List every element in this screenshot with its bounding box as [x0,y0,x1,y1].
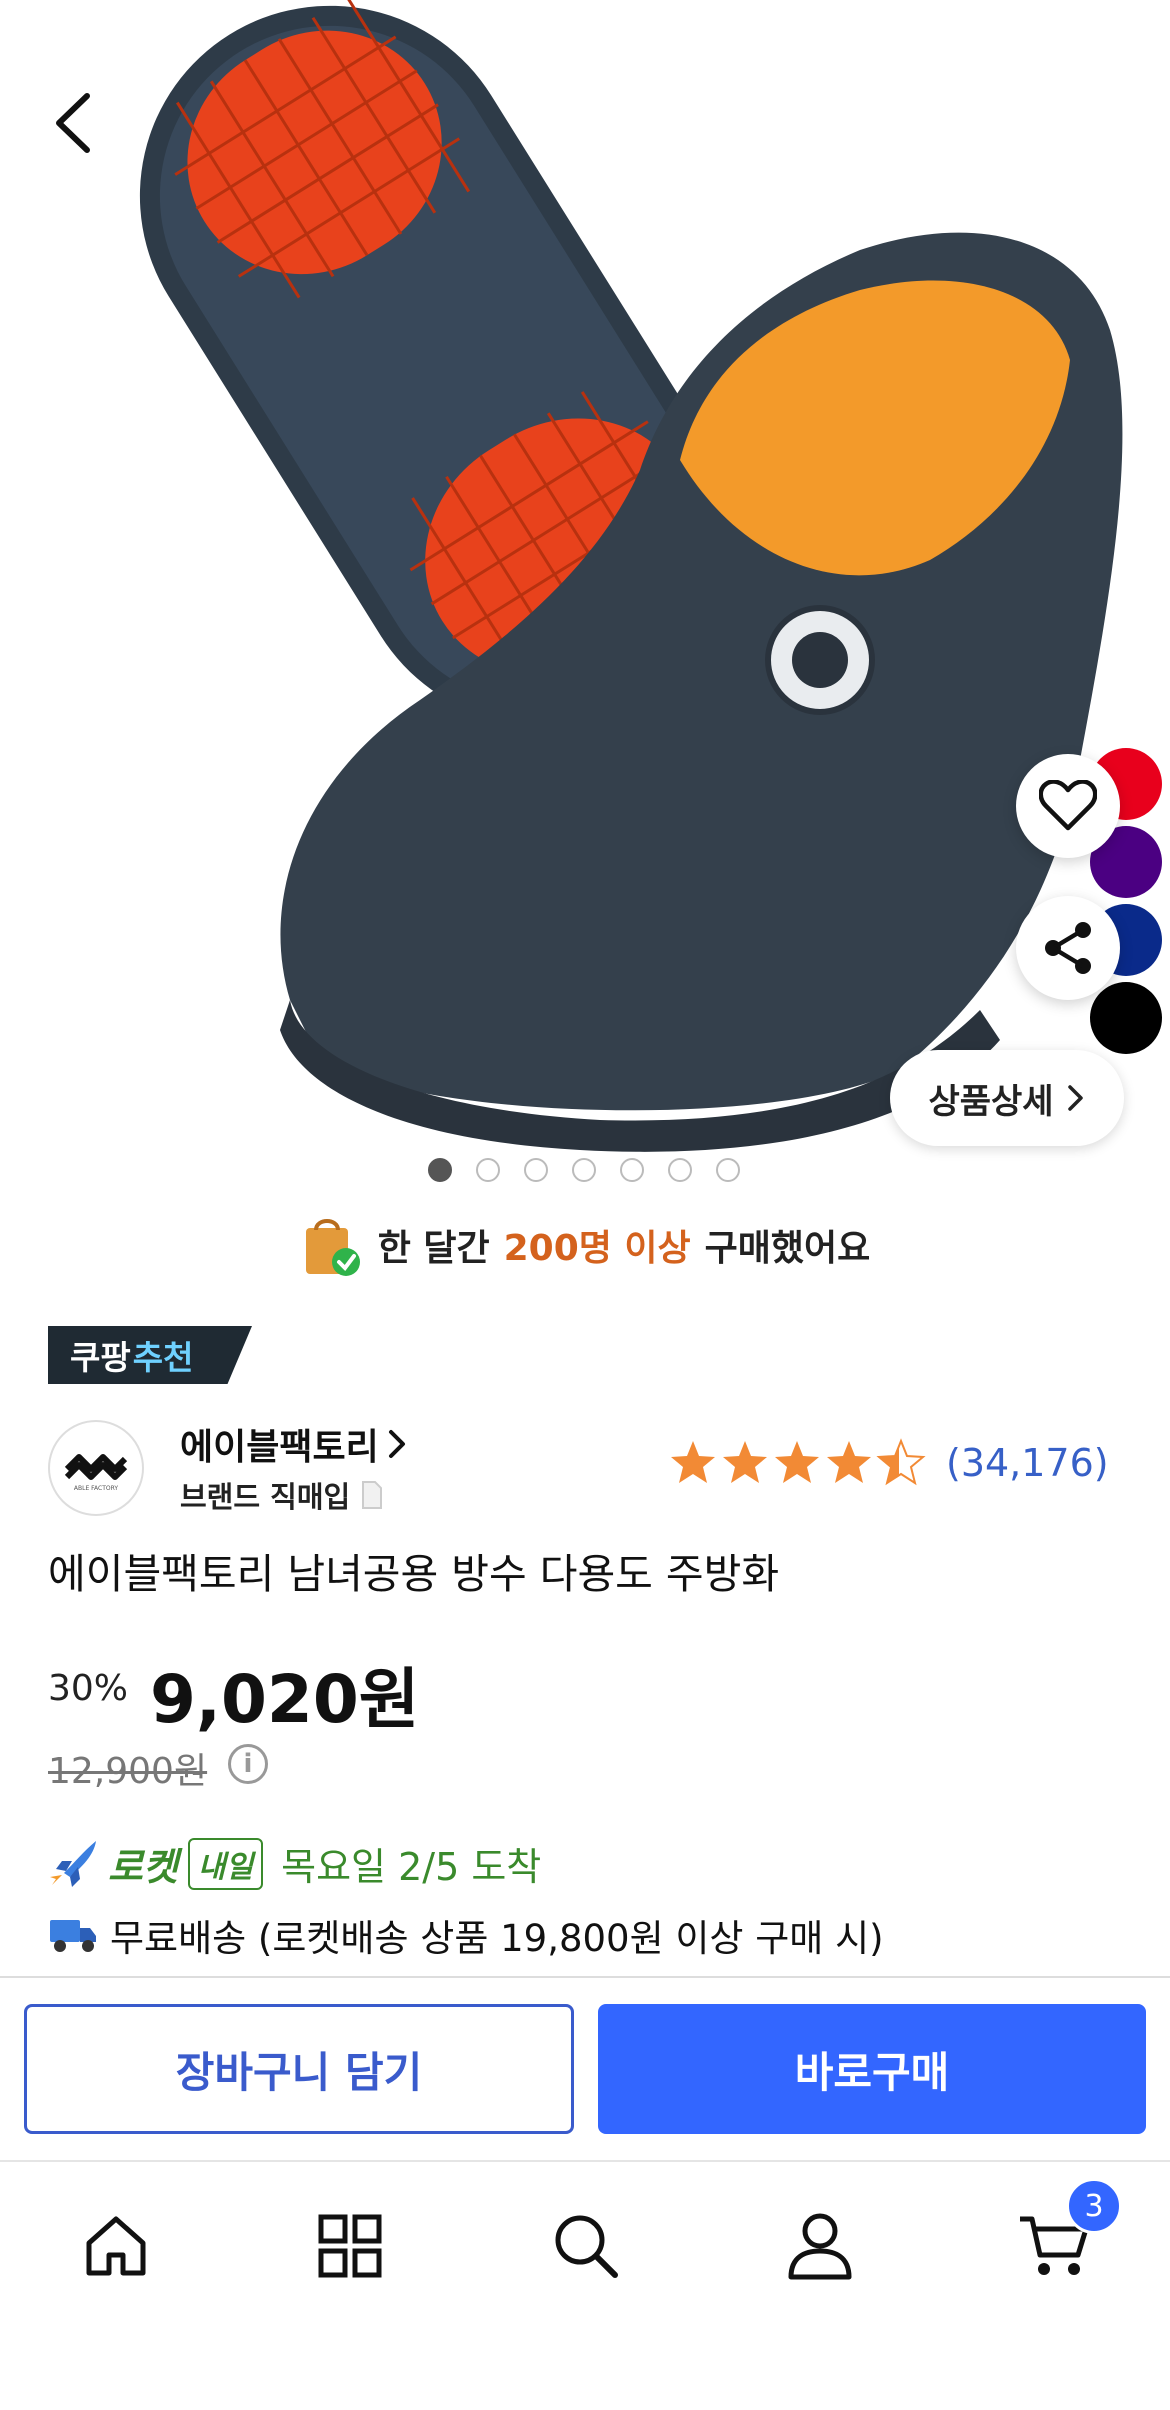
free-shipping-row: 무료배송 (로켓배송 상품 19,800원 이상 구매 시) [48,1908,884,1962]
brand-logo[interactable]: ABLE FACTORY [48,1420,144,1516]
rocket-label: 로켓 [108,1845,178,1889]
truck-icon [50,1920,96,1952]
wishlist-button[interactable] [1016,754,1120,858]
back-button[interactable] [38,78,108,168]
product-title: 에이블팩토리 남녀공용 방수 다용도 주방화 [48,1550,780,1598]
review-count[interactable]: (34,176) [946,1441,1109,1485]
shoe-illustration [139,0,1123,1152]
rocket-delivery-row: 로켓 내일 목요일 2/5 도착 [48,1836,541,1891]
star-icon [775,1441,819,1483]
purchase-prefix: 한 달간 [377,1228,490,1269]
share-icon [1045,922,1091,974]
category-icon [318,2214,382,2278]
chevron-left-icon [56,93,90,153]
nav-home[interactable] [66,2196,166,2296]
star-icon [671,1441,715,1483]
shipping-text: 무료배송 (로켓배송 상품 19,800원 이상 구매 시) [110,1917,884,1960]
star-icon [723,1441,767,1483]
share-button[interactable] [1016,896,1120,1000]
pagination-dot[interactable] [620,1158,644,1182]
search-icon [555,2215,618,2278]
gallery-pagination [428,1158,740,1182]
brand-name: 에이블팩토리 [180,1427,379,1468]
info-icon[interactable]: i [228,1744,268,1784]
arrival-date: 목요일 2/5 도착 [281,1845,542,1889]
badge-part2: 추천 [132,1338,194,1377]
add-to-cart-button[interactable]: 장바구니 담기 [24,2004,574,2134]
star-rating [671,1438,926,1486]
star-icon [827,1441,871,1483]
brand-sub: 브랜드 직매입 [180,1480,351,1514]
product-image[interactable] [0,0,1170,1190]
nav-search[interactable] [536,2196,636,2296]
product-detail-label: 상품상세 [928,1081,1054,1122]
brand-logo-caption: ABLE FACTORY [74,1485,119,1492]
nav-account[interactable] [770,2196,870,2296]
home-icon [86,2216,146,2276]
original-price: 12,900원 [48,1751,208,1792]
chevron-right-icon [1067,1085,1083,1111]
divider [0,1976,1170,1978]
account-icon [788,2213,852,2280]
badge-part1: 쿠팡 [70,1338,131,1377]
pagination-dot[interactable] [428,1158,452,1182]
heart-icon [1039,780,1097,831]
pagination-dot[interactable] [716,1158,740,1182]
nav-category[interactable] [300,2196,400,2296]
pagination-dot[interactable] [524,1158,548,1182]
coupang-recommend-badge: 쿠팡 추천 [48,1326,252,1384]
divider [0,2160,1170,2162]
discount-rate: 30% [48,1668,129,1709]
pagination-dot[interactable] [572,1158,596,1182]
sale-price: 9,020원 [150,1661,420,1738]
purchase-count-banner: 한 달간 200명 이상 구매했어요 [0,1210,1170,1280]
brand-direct-label: 브랜드 직매입 [180,1474,384,1516]
document-icon [362,1481,383,1509]
purchase-highlight: 200명 이상 [503,1228,691,1269]
rating-row[interactable]: (34,176) [668,1438,1109,1488]
cart-count-badge: 3 [1066,2178,1122,2234]
shopping-bag-check-icon [305,1219,360,1276]
product-detail-button[interactable]: 상품상세 [890,1050,1124,1146]
pagination-dot[interactable] [668,1158,692,1182]
tomorrow-badge: 내일 [187,1837,264,1890]
buy-now-button[interactable]: 바로구매 [598,2004,1146,2134]
brand-store-link[interactable]: 에이블팩토리 [180,1418,407,1470]
brand-logo-mark: ABLE FACTORY [64,1454,128,1492]
rocket-icon [50,1840,96,1887]
color-swatch-black[interactable] [1090,982,1162,1054]
pagination-dot[interactable] [476,1158,500,1182]
chevron-right-icon [388,1430,405,1458]
purchase-suffix: 구매했어요 [704,1228,871,1269]
